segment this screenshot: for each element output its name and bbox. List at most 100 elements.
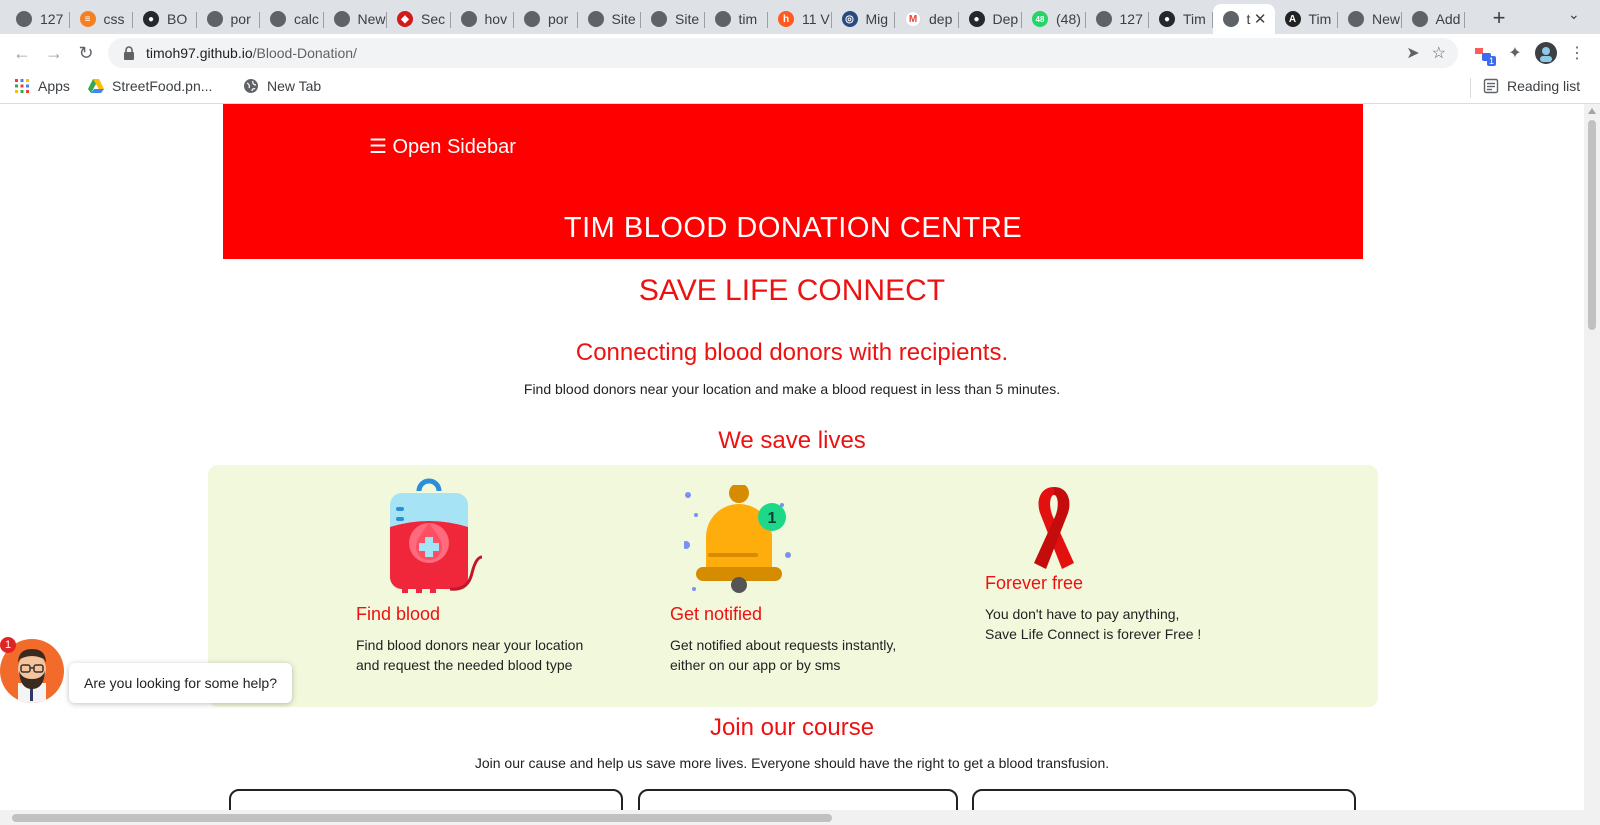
new-tab-button[interactable]: +: [1485, 4, 1513, 32]
circle-logo-icon: ◎: [841, 11, 858, 27]
globe-icon: [1348, 11, 1364, 27]
tagline-text: Find blood donors near your location and…: [523, 381, 1061, 397]
browser-tab[interactable]: 48 (48): [1022, 4, 1086, 34]
horizontal-scrollbar[interactable]: [0, 810, 1600, 825]
course-card[interactable]: [638, 789, 958, 810]
browser-tab[interactable]: ◆ Sec: [387, 4, 451, 34]
scroll-up-arrow-icon[interactable]: [1588, 108, 1596, 114]
chat-prompt-bubble[interactable]: Are you looking for some help?: [69, 663, 292, 703]
green-badge-icon: 48: [1032, 11, 1048, 27]
course-card[interactable]: [229, 789, 623, 810]
course-card[interactable]: [972, 789, 1356, 810]
back-button[interactable]: ←: [10, 41, 34, 65]
globe-icon: [206, 11, 223, 27]
globe-icon: [1222, 11, 1239, 27]
tab-search-chevron-icon[interactable]: ⌄: [1568, 6, 1580, 23]
globe-icon: [587, 11, 604, 27]
feature-get-notified: Get notified Get notified about requests…: [670, 604, 920, 675]
browser-tab-label: (48): [1056, 11, 1081, 27]
github-icon: ●: [1159, 11, 1175, 27]
close-tab-icon[interactable]: ✕: [1254, 10, 1267, 28]
bookmark-apps[interactable]: Apps: [14, 78, 70, 94]
browser-tab[interactable]: calc: [260, 4, 324, 34]
browser-tab-label: tim: [738, 11, 758, 27]
globe-icon: [333, 11, 350, 27]
browser-tab-label: Tim: [1183, 11, 1206, 27]
browser-tab-label: Tim: [1308, 11, 1332, 27]
angular-icon: A: [1284, 11, 1301, 27]
url-host: timoh97.github.io: [146, 45, 253, 61]
browser-tab[interactable]: por: [197, 4, 260, 34]
browser-tab[interactable]: Add: [1402, 4, 1465, 34]
browser-tab[interactable]: New: [324, 4, 387, 34]
browser-tab[interactable]: ● Tim: [1149, 4, 1213, 34]
browser-tab[interactable]: h 11 V: [768, 4, 832, 34]
bookmark-streetfood[interactable]: StreetFood.pn...: [88, 78, 212, 94]
browser-tab[interactable]: 127: [6, 4, 70, 34]
feature-find-blood: Find blood Find blood donors near your l…: [356, 604, 606, 675]
features-panel: Find blood Find blood donors near your l…: [208, 465, 1378, 707]
join-text: Join our cause and help us save more liv…: [474, 755, 1110, 771]
horizontal-scroll-thumb[interactable]: [12, 814, 832, 822]
extension-badge: 1: [1486, 56, 1496, 66]
open-sidebar-button[interactable]: ☰ Open Sidebar: [369, 134, 516, 159]
browser-tab-label: css: [103, 11, 125, 27]
browser-tab[interactable]: ● Dep: [959, 4, 1022, 34]
bookmark-new-tab[interactable]: New Tab: [243, 78, 321, 94]
reload-button[interactable]: ↻: [74, 41, 98, 65]
vertical-scroll-thumb[interactable]: [1588, 120, 1596, 330]
profile-avatar[interactable]: [1535, 42, 1557, 64]
browser-tab[interactable]: Site: [641, 4, 705, 34]
globe-icon: [270, 11, 286, 27]
puzzle-extensions-icon[interactable]: ✦: [1504, 42, 1526, 64]
bookmarks-bar: Apps StreetFood.pn... New Tab Reading li…: [0, 72, 1600, 104]
gmail-icon: M: [905, 11, 921, 27]
address-bar[interactable]: timoh97.github.io/Blood-Donation/ ➤ ☆: [108, 38, 1458, 68]
orange-box-icon: h: [778, 11, 794, 27]
bookmark-star-icon[interactable]: ☆: [1432, 43, 1446, 63]
browser-tab[interactable]: Site: [578, 4, 641, 34]
hero-banner: ☰ Open Sidebar TIM BLOOD DONATION CENTRE: [223, 104, 1363, 259]
browser-tab[interactable]: ◎ Mig: [832, 4, 895, 34]
chat-notification-badge: 1: [0, 637, 16, 653]
feature-title: Get notified: [670, 604, 763, 624]
browser-menu-icon[interactable]: ⋮: [1566, 42, 1588, 64]
browser-tab[interactable]: hov: [451, 4, 514, 34]
browser-tab-label: calc: [294, 11, 319, 27]
bookmark-streetfood-label: StreetFood.pn...: [112, 78, 213, 94]
browser-tab-label: 127: [1119, 11, 1143, 27]
browser-tab[interactable]: tim: [705, 4, 768, 34]
globe-icon: [714, 11, 731, 27]
browser-tab[interactable]: A Tim: [1275, 4, 1338, 34]
browser-tab[interactable]: ≡ css: [70, 4, 133, 34]
apps-grid-icon: [15, 79, 29, 93]
reading-list-icon: [1483, 78, 1499, 94]
url-path: /Blood-Donation/: [252, 45, 357, 61]
notification-bell-icon: 1: [684, 485, 791, 593]
browser-tab[interactable]: New: [1338, 4, 1402, 34]
browser-tab[interactable]: t ✕: [1212, 4, 1275, 34]
browser-tab-label: Add: [1435, 11, 1461, 27]
browser-tab-label: por: [230, 11, 251, 27]
chat-prompt-text: Are you looking for some help?: [84, 675, 277, 691]
feature-text-line: Save Life Connect is forever Free !: [985, 626, 1202, 642]
tagline-heading: Connecting blood donors with recipients.: [575, 339, 1009, 366]
browser-tab-label: Sec: [421, 11, 446, 27]
extension-icon[interactable]: 1: [1472, 42, 1496, 66]
browser-tab[interactable]: 127: [1086, 4, 1149, 34]
feature-text-line: Get notified about requests instantly,: [670, 637, 897, 653]
feature-text: Find blood donors near your location and…: [356, 635, 606, 675]
browser-tab-label: Site: [675, 11, 700, 27]
vertical-scrollbar[interactable]: [1584, 104, 1600, 810]
forward-button[interactable]: →: [42, 41, 66, 65]
reading-list-button[interactable]: Reading list: [1483, 78, 1580, 94]
browser-tab[interactable]: Mdep: [895, 4, 959, 34]
browser-tab-label: New: [357, 11, 386, 27]
hero-title: TIM BLOOD DONATION CENTRE: [563, 212, 1023, 244]
browser-tab-label: Mig: [865, 11, 889, 27]
browser-tab-label: New: [1372, 11, 1401, 27]
browser-tab[interactable]: ● BO: [133, 4, 197, 34]
browser-tab[interactable]: por: [514, 4, 578, 34]
send-tab-icon[interactable]: ➤: [1406, 43, 1419, 63]
bookmark-apps-label: Apps: [38, 78, 70, 94]
